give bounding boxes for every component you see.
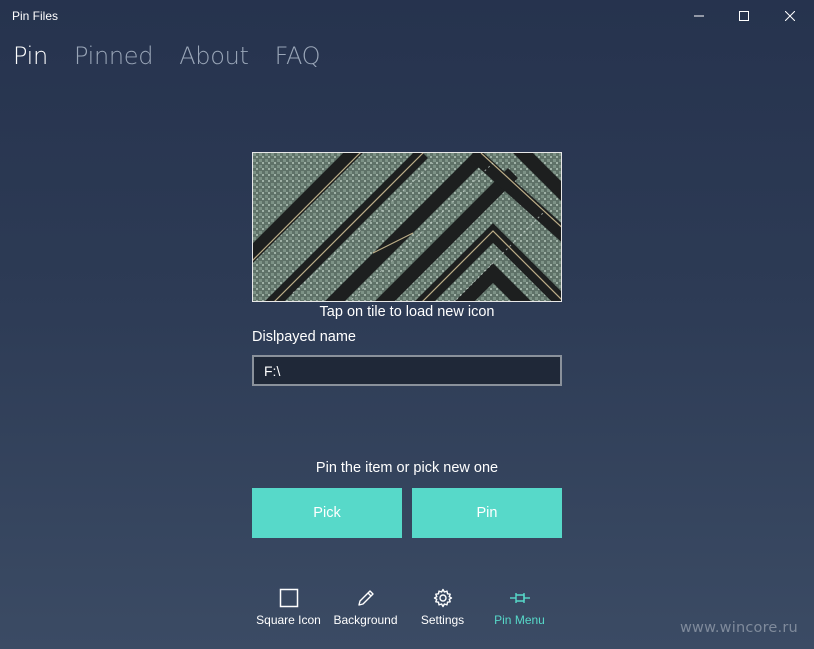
settings-label: Settings bbox=[420, 613, 465, 627]
pick-button[interactable]: Pick bbox=[252, 488, 402, 538]
pivot-nav: Pin Pinned About FAQ bbox=[13, 42, 321, 70]
pin-icon bbox=[509, 593, 530, 603]
tab-about[interactable]: About bbox=[179, 42, 249, 70]
watermark: www.wincore.ru bbox=[680, 620, 798, 636]
display-name-label: Dislpayed name bbox=[252, 329, 356, 345]
pin-hint: Pin the item or pick new one bbox=[315, 460, 499, 476]
maximize-icon bbox=[739, 11, 749, 21]
close-button[interactable] bbox=[767, 0, 813, 32]
pin-button[interactable]: Pin bbox=[412, 488, 562, 538]
pin-menu-label: Pin Menu bbox=[494, 613, 545, 627]
tab-faq[interactable]: FAQ bbox=[275, 42, 321, 70]
pin-menu-button[interactable]: Pin Menu bbox=[481, 588, 558, 636]
minimize-button[interactable] bbox=[676, 0, 722, 32]
icon-tile[interactable] bbox=[252, 152, 562, 302]
square-icon bbox=[279, 588, 298, 608]
background-label: Background bbox=[333, 613, 398, 627]
app-title: Pin Files bbox=[12, 9, 59, 23]
display-name-input[interactable] bbox=[252, 355, 562, 386]
gear-icon bbox=[433, 588, 452, 608]
tab-pin[interactable]: Pin bbox=[13, 42, 48, 70]
tab-pinned[interactable]: Pinned bbox=[74, 42, 154, 70]
pencil-icon bbox=[357, 590, 374, 606]
command-bar: Square Icon Background Settings Pin Menu bbox=[250, 588, 558, 636]
minimize-icon bbox=[694, 15, 704, 17]
close-icon bbox=[785, 11, 795, 21]
title-bar: Pin Files bbox=[0, 0, 814, 32]
background-button[interactable]: Background bbox=[327, 588, 404, 636]
square-icon-label: Square Icon bbox=[256, 613, 321, 627]
tile-image bbox=[253, 153, 561, 301]
maximize-button[interactable] bbox=[721, 0, 767, 32]
tile-hint: Tap on tile to load new icon bbox=[319, 304, 495, 320]
settings-button[interactable]: Settings bbox=[404, 588, 481, 636]
square-icon-button[interactable]: Square Icon bbox=[250, 588, 327, 636]
